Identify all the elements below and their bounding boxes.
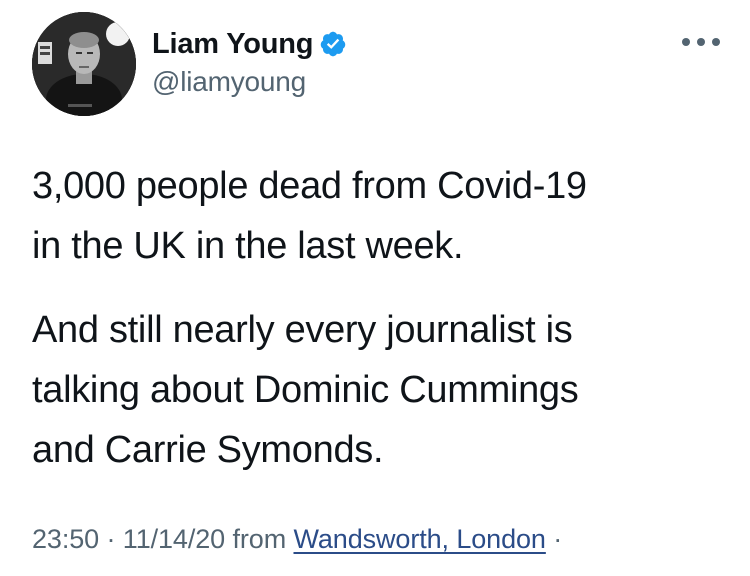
trailing-separator: ·: [545, 524, 563, 554]
dot: [682, 38, 690, 46]
tweet-time[interactable]: 23:50: [32, 524, 99, 554]
from-label: from: [225, 524, 294, 554]
avatar[interactable]: [32, 12, 136, 116]
tweet-paragraph-2: And still nearly every journalist is tal…: [32, 300, 732, 480]
user-handle[interactable]: @liamyoung: [152, 66, 347, 98]
tweet-date[interactable]: 11/14/20: [123, 524, 225, 554]
separator: ·: [99, 524, 123, 554]
tweet-text-line: And still nearly every journalist is: [32, 309, 573, 351]
tweet-card: Liam Young @liamyoung 3,000 people dead …: [0, 0, 750, 576]
more-options-icon[interactable]: [682, 30, 720, 54]
tweet-text-line: in the UK in the last week.: [32, 225, 464, 267]
display-name[interactable]: Liam Young: [152, 28, 313, 61]
profile-photo: [32, 12, 136, 116]
verified-badge-icon: [321, 31, 346, 57]
tweet-text-line: and Carrie Symonds.: [32, 429, 384, 471]
tweet-text-line: 3,000 people dead from Covid-19: [32, 165, 587, 207]
dot: [712, 38, 720, 46]
tweet-metadata: 23:50 · 11/14/20 from Wandsworth, London…: [32, 524, 562, 555]
tweet-text-line: talking about Dominic Cummings: [32, 369, 579, 411]
name-row: Liam Young: [152, 26, 347, 62]
location-link[interactable]: Wandsworth, London: [293, 524, 545, 554]
author-info: Liam Young @liamyoung: [152, 26, 347, 98]
tweet-paragraph-1: 3,000 people dead from Covid-19 in the U…: [32, 156, 732, 276]
dot: [697, 38, 705, 46]
